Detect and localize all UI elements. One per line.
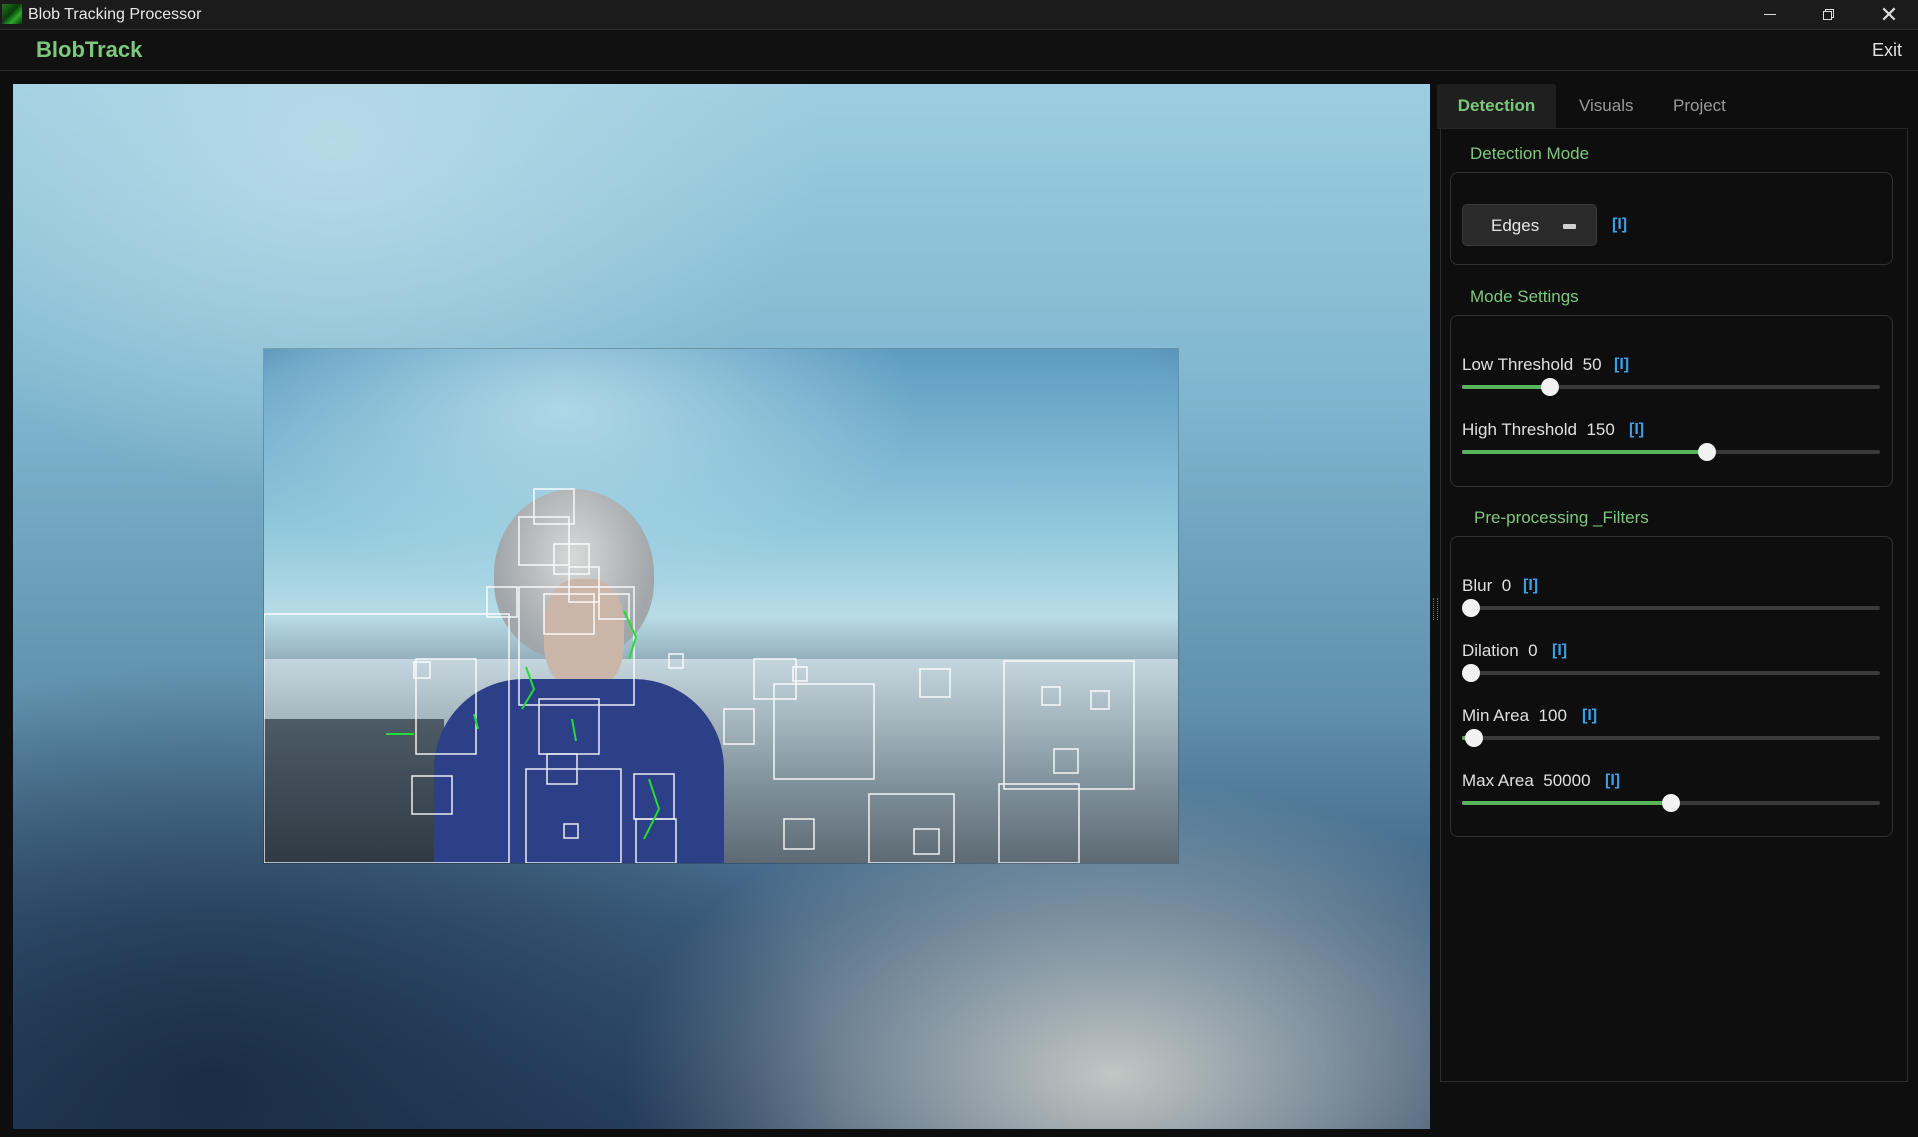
high-threshold-label: High Threshold 150 xyxy=(1462,420,1615,439)
close-icon: ✕ xyxy=(1879,1,1899,27)
video-frame xyxy=(264,349,1178,863)
blob-box xyxy=(753,658,797,700)
exit-menu[interactable]: Exit xyxy=(1872,40,1902,61)
restore-button[interactable] xyxy=(1799,0,1857,29)
blob-box xyxy=(264,613,510,863)
min-area-slider[interactable] xyxy=(1462,729,1880,747)
blob-box xyxy=(783,818,815,850)
close-button[interactable]: ✕ xyxy=(1860,0,1918,29)
slider-fill xyxy=(1462,385,1550,389)
edge-line xyxy=(571,718,577,742)
blur-info-button[interactable]: [I] xyxy=(1523,577,1538,595)
blur-label: Blur 0 xyxy=(1462,576,1512,595)
blob-box xyxy=(598,593,630,620)
tab-visuals[interactable]: Visuals xyxy=(1579,84,1634,128)
blob-box xyxy=(518,586,635,706)
dilation-slider[interactable] xyxy=(1462,664,1880,682)
blob-box xyxy=(723,708,755,745)
slider-thumb[interactable] xyxy=(1662,794,1680,812)
filters-group xyxy=(1450,536,1893,837)
blob-box xyxy=(415,658,477,755)
blob-box xyxy=(913,828,940,855)
section-mode-settings: Mode Settings xyxy=(1470,287,1579,306)
blob-box xyxy=(1090,690,1110,710)
mode-settings-group xyxy=(1450,315,1893,487)
slider-fill xyxy=(1462,450,1707,454)
low-threshold-value: 50 xyxy=(1582,355,1602,374)
detection-mode-dropdown[interactable]: Edges xyxy=(1462,204,1597,246)
min-area-info-button[interactable]: [I] xyxy=(1582,707,1597,725)
max-area-info-button[interactable]: [I] xyxy=(1605,772,1620,790)
app-brand: BlobTrack xyxy=(36,37,143,62)
blur-value: 0 xyxy=(1501,576,1512,595)
blob-box xyxy=(919,668,951,698)
low-threshold-slider[interactable] xyxy=(1462,378,1880,396)
dilation-value: 0 xyxy=(1528,641,1538,660)
window-titlebar: Blob Tracking Processor ✕ xyxy=(0,0,1918,30)
blob-box xyxy=(1041,686,1061,706)
blob-box xyxy=(635,818,677,863)
slider-thumb[interactable] xyxy=(1540,378,1559,396)
blob-box xyxy=(792,666,808,682)
slider-thumb[interactable] xyxy=(1464,729,1483,747)
blob-box xyxy=(538,698,600,755)
blob-box xyxy=(553,543,590,575)
minimize-button[interactable] xyxy=(1741,0,1799,29)
app-header: BlobTrack Exit xyxy=(0,30,1918,71)
tab-detection[interactable]: Detection xyxy=(1437,84,1556,128)
slider-fill xyxy=(1462,801,1671,805)
blob-box xyxy=(998,783,1080,863)
blob-box xyxy=(533,488,575,525)
dilation-info-button[interactable]: [I] xyxy=(1552,642,1567,660)
section-preprocessing-filters: Pre-processing _Filters xyxy=(1474,508,1649,527)
section-detection-mode: Detection Mode xyxy=(1470,144,1590,163)
blob-box xyxy=(486,586,518,618)
minimize-icon xyxy=(1764,14,1776,15)
high-threshold-value: 150 xyxy=(1586,420,1615,439)
high-threshold-info-button[interactable]: [I] xyxy=(1629,421,1644,439)
panel-splitter[interactable] xyxy=(1433,598,1438,620)
low-threshold-label: Low Threshold 50 xyxy=(1462,355,1602,374)
blob-box xyxy=(411,775,453,815)
min-area-value: 100 xyxy=(1538,706,1567,725)
edge-line xyxy=(521,666,536,710)
tab-project[interactable]: Project xyxy=(1673,84,1726,128)
blob-box xyxy=(1053,748,1079,774)
max-area-value: 50000 xyxy=(1543,771,1591,790)
detection-mode-value: Edges xyxy=(1491,216,1540,235)
max-area-label: Max Area 50000 xyxy=(1462,771,1591,790)
slider-thumb[interactable] xyxy=(1462,664,1480,682)
blob-app-icon xyxy=(2,4,22,24)
dropdown-arrow-icon xyxy=(1563,224,1576,229)
detection-mode-info-button[interactable]: [I] xyxy=(1612,216,1627,234)
blob-box xyxy=(668,653,684,669)
edge-line xyxy=(643,778,661,840)
slider-thumb[interactable] xyxy=(1462,599,1480,617)
blob-box xyxy=(525,768,622,863)
low-threshold-info-button[interactable]: [I] xyxy=(1614,356,1629,374)
blur-slider[interactable] xyxy=(1462,599,1880,617)
blob-box xyxy=(563,823,579,839)
settings-tabs: Detection Visuals Project xyxy=(1437,84,1907,129)
min-area-label: Min Area 100 xyxy=(1462,706,1567,725)
high-threshold-slider[interactable] xyxy=(1462,443,1880,461)
video-viewport[interactable] xyxy=(13,84,1430,1129)
blob-box xyxy=(1003,660,1135,790)
dilation-label: Dilation 0 xyxy=(1462,641,1538,660)
restore-icon xyxy=(1822,9,1834,20)
slider-thumb[interactable] xyxy=(1697,443,1716,461)
blob-box xyxy=(868,793,955,863)
max-area-slider[interactable] xyxy=(1462,794,1880,812)
blob-overlay xyxy=(264,488,1135,863)
window-title: Blob Tracking Processor xyxy=(28,6,202,23)
